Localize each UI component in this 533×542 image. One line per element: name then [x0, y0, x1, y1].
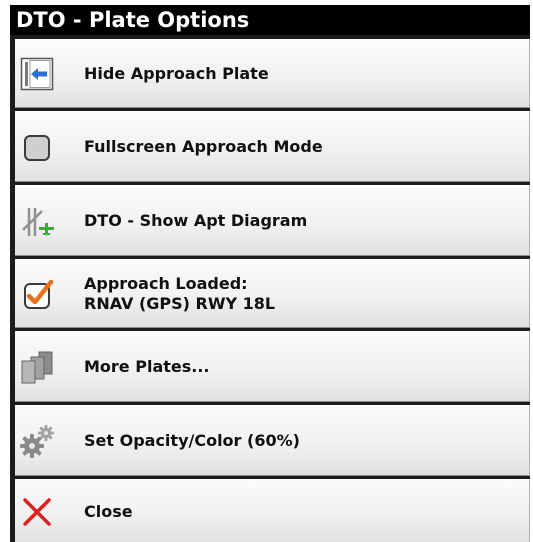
fullscreen-approach-mode-label: Fullscreen Approach Mode — [84, 137, 323, 156]
gears-icon — [20, 424, 54, 458]
approach-name: RNAV (GPS) RWY 18L — [84, 294, 276, 313]
checkbox-unchecked-icon[interactable] — [20, 131, 54, 165]
more-plates-button[interactable]: More Plates... — [15, 331, 530, 402]
hide-approach-plate-button[interactable]: Hide Approach Plate — [15, 39, 530, 108]
hide-plate-icon — [20, 57, 54, 91]
approach-loaded-toggle[interactable]: Approach Loaded: RNAV (GPS) RWY 18L — [15, 259, 530, 328]
close-button[interactable]: Close — [15, 479, 530, 542]
hide-approach-plate-label: Hide Approach Plate — [84, 64, 269, 83]
close-icon — [20, 495, 54, 529]
window-title: DTO - Plate Options — [16, 8, 250, 32]
runway-diagram-icon — [20, 205, 54, 239]
approach-loaded-label: Approach Loaded: RNAV (GPS) RWY 18L — [84, 274, 275, 314]
plate-options-panel: DTO - Plate Options Hide Approach Plate … — [10, 5, 530, 542]
checkbox-checked-icon[interactable] — [20, 278, 54, 312]
set-opacity-color-button[interactable]: Set Opacity/Color (60%) — [15, 405, 530, 476]
fullscreen-approach-mode-toggle[interactable]: Fullscreen Approach Mode — [15, 111, 530, 182]
set-opacity-color-label: Set Opacity/Color (60%) — [84, 431, 300, 450]
title-bar: DTO - Plate Options — [10, 5, 530, 35]
more-plates-label: More Plates... — [84, 357, 210, 376]
plates-stack-icon — [20, 350, 54, 384]
close-label: Close — [84, 502, 133, 521]
approach-loaded-title: Approach Loaded: — [84, 274, 248, 293]
show-apt-diagram-label: DTO - Show Apt Diagram — [84, 211, 308, 230]
show-apt-diagram-button[interactable]: DTO - Show Apt Diagram — [15, 185, 530, 256]
